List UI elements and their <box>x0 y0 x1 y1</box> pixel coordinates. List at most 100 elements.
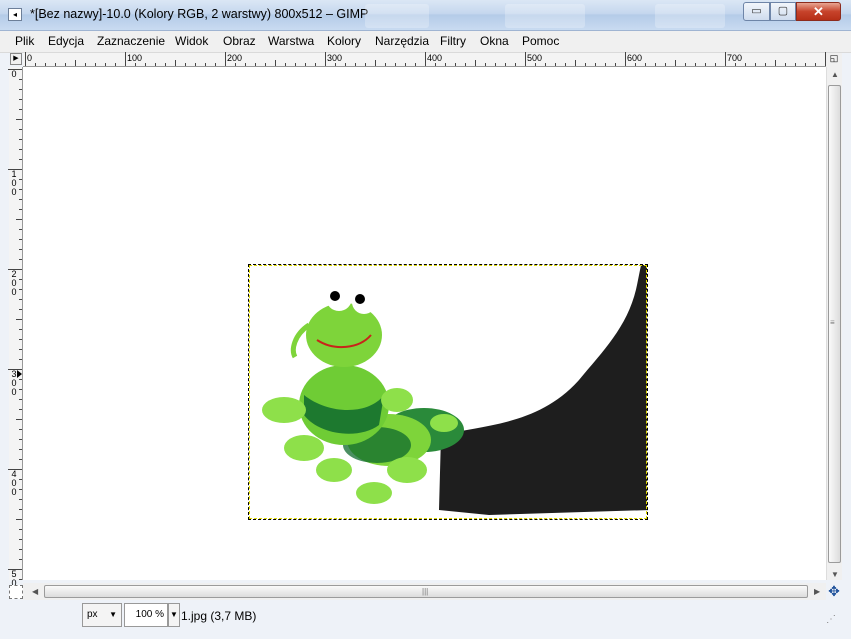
ruler-tick <box>19 299 22 300</box>
ruler-tick <box>19 249 22 250</box>
ruler-tick <box>755 63 756 66</box>
ruler-tick <box>19 99 22 100</box>
ruler-tick <box>615 63 616 66</box>
ruler-tick <box>45 63 46 66</box>
menu-widok[interactable]: Widok <box>175 34 208 48</box>
ruler-tick <box>19 549 22 550</box>
quick-mask-toggle[interactable] <box>9 585 23 599</box>
layer-boundary[interactable] <box>248 264 648 520</box>
maximize-button[interactable]: ▢ <box>770 2 796 21</box>
title-bar: ◂ *[Bez nazwy]-10.0 (Kolory RGB, 2 warst… <box>0 0 851 31</box>
ruler-tick <box>335 63 336 66</box>
resize-grip-icon[interactable]: ⋰ <box>826 614 836 625</box>
chevron-down-icon: ▼ <box>109 610 117 619</box>
ruler-tick <box>175 60 176 66</box>
ruler-tick <box>375 60 376 66</box>
ruler-tick <box>19 159 22 160</box>
menu-pomoc[interactable]: Pomoc <box>522 34 559 48</box>
ruler-label: 200 <box>227 53 243 63</box>
title-glow <box>655 4 725 28</box>
ruler-tick <box>695 63 696 66</box>
ruler-tick <box>19 389 22 390</box>
menu-okna[interactable]: Okna <box>480 34 509 48</box>
menu-kolory[interactable]: Kolory <box>327 34 361 48</box>
scroll-right-icon[interactable]: ▶ <box>814 587 820 596</box>
ruler-tick <box>265 63 266 66</box>
ruler-tick <box>19 229 22 230</box>
ruler-tick <box>485 63 486 66</box>
ruler-tick <box>135 63 136 66</box>
ruler-tick <box>815 63 816 66</box>
menu-edycja[interactable]: Edycja <box>48 34 84 48</box>
ruler-tick <box>75 60 76 66</box>
ruler-label: 0 <box>27 53 33 63</box>
ruler-tick <box>19 579 22 580</box>
image-menu-button[interactable]: ▶ <box>10 53 22 65</box>
image-canvas[interactable] <box>23 67 826 580</box>
ruler-tick <box>19 339 22 340</box>
ruler-tick <box>16 519 22 520</box>
ruler-tick <box>385 63 386 66</box>
ruler-tick <box>525 52 526 66</box>
horizontal-ruler[interactable]: 0 100 200 300 400 500 600 700 <box>23 52 826 67</box>
ruler-tick <box>19 489 22 490</box>
zoom-input[interactable]: 100 % <box>124 603 168 627</box>
navigate-icon[interactable]: ✥ <box>826 583 842 600</box>
vertical-ruler[interactable]: 0100200300400500 <box>8 67 23 597</box>
ruler-tick <box>785 63 786 66</box>
ruler-tick <box>19 239 22 240</box>
ruler-tick <box>19 199 22 200</box>
vertical-grip-icon: ≡ <box>830 318 835 327</box>
ruler-tick <box>345 63 346 66</box>
ruler-tick <box>635 63 636 66</box>
ruler-tick <box>685 63 686 66</box>
menu-warstwa[interactable]: Warstwa <box>268 34 314 48</box>
ruler-tick <box>585 63 586 66</box>
close-button[interactable]: ✕ <box>796 2 841 21</box>
zoom-follow-icon[interactable]: ◱ <box>826 53 842 67</box>
ruler-tick <box>215 63 216 66</box>
ruler-tick <box>19 259 22 260</box>
ruler-tick <box>115 63 116 66</box>
scroll-down-icon[interactable]: ▼ <box>831 570 839 579</box>
ruler-tick <box>305 63 306 66</box>
ruler-label: 500 <box>527 53 543 63</box>
ruler-tick <box>19 79 22 80</box>
menu-narzedzia[interactable]: Narzędzia <box>375 34 429 48</box>
ruler-tick <box>125 52 126 66</box>
minimize-icon: ▭ <box>751 5 762 17</box>
menu-obraz[interactable]: Obraz <box>223 34 256 48</box>
scroll-up-icon[interactable]: ▲ <box>831 70 839 79</box>
menu-zaznaczenie[interactable]: Zaznaczenie <box>97 34 165 48</box>
ruler-tick <box>19 129 22 130</box>
ruler-label: 100 <box>11 169 17 197</box>
minimize-button[interactable]: ▭ <box>743 2 770 21</box>
ruler-tick <box>19 309 22 310</box>
ruler-tick <box>19 529 22 530</box>
ruler-tick <box>165 63 166 66</box>
scroll-left-icon[interactable]: ◀ <box>32 587 38 596</box>
ruler-tick <box>185 63 186 66</box>
menu-filtry[interactable]: Filtry <box>440 34 466 48</box>
ruler-tick <box>735 63 736 66</box>
ruler-tick <box>765 63 766 66</box>
ruler-tick <box>19 509 22 510</box>
ruler-label: 400 <box>427 53 443 63</box>
ruler-tick <box>19 279 22 280</box>
ruler-tick <box>55 63 56 66</box>
unit-value: px <box>87 609 98 620</box>
ruler-tick <box>565 63 566 66</box>
ruler-tick <box>19 209 22 210</box>
ruler-tick <box>19 539 22 540</box>
gimp-app-icon[interactable]: ◂ <box>8 8 22 21</box>
unit-select[interactable]: px ▼ <box>82 603 122 627</box>
ruler-tick <box>425 52 426 66</box>
ruler-label: 400 <box>11 469 17 497</box>
menu-plik[interactable]: Plik <box>15 34 34 48</box>
zoom-dropdown-button[interactable]: ▼ <box>168 603 180 627</box>
ruler-tick <box>19 429 22 430</box>
title-glow <box>365 4 429 28</box>
ruler-tick <box>19 349 22 350</box>
ruler-tick <box>795 63 796 66</box>
ruler-label: 700 <box>727 53 743 63</box>
